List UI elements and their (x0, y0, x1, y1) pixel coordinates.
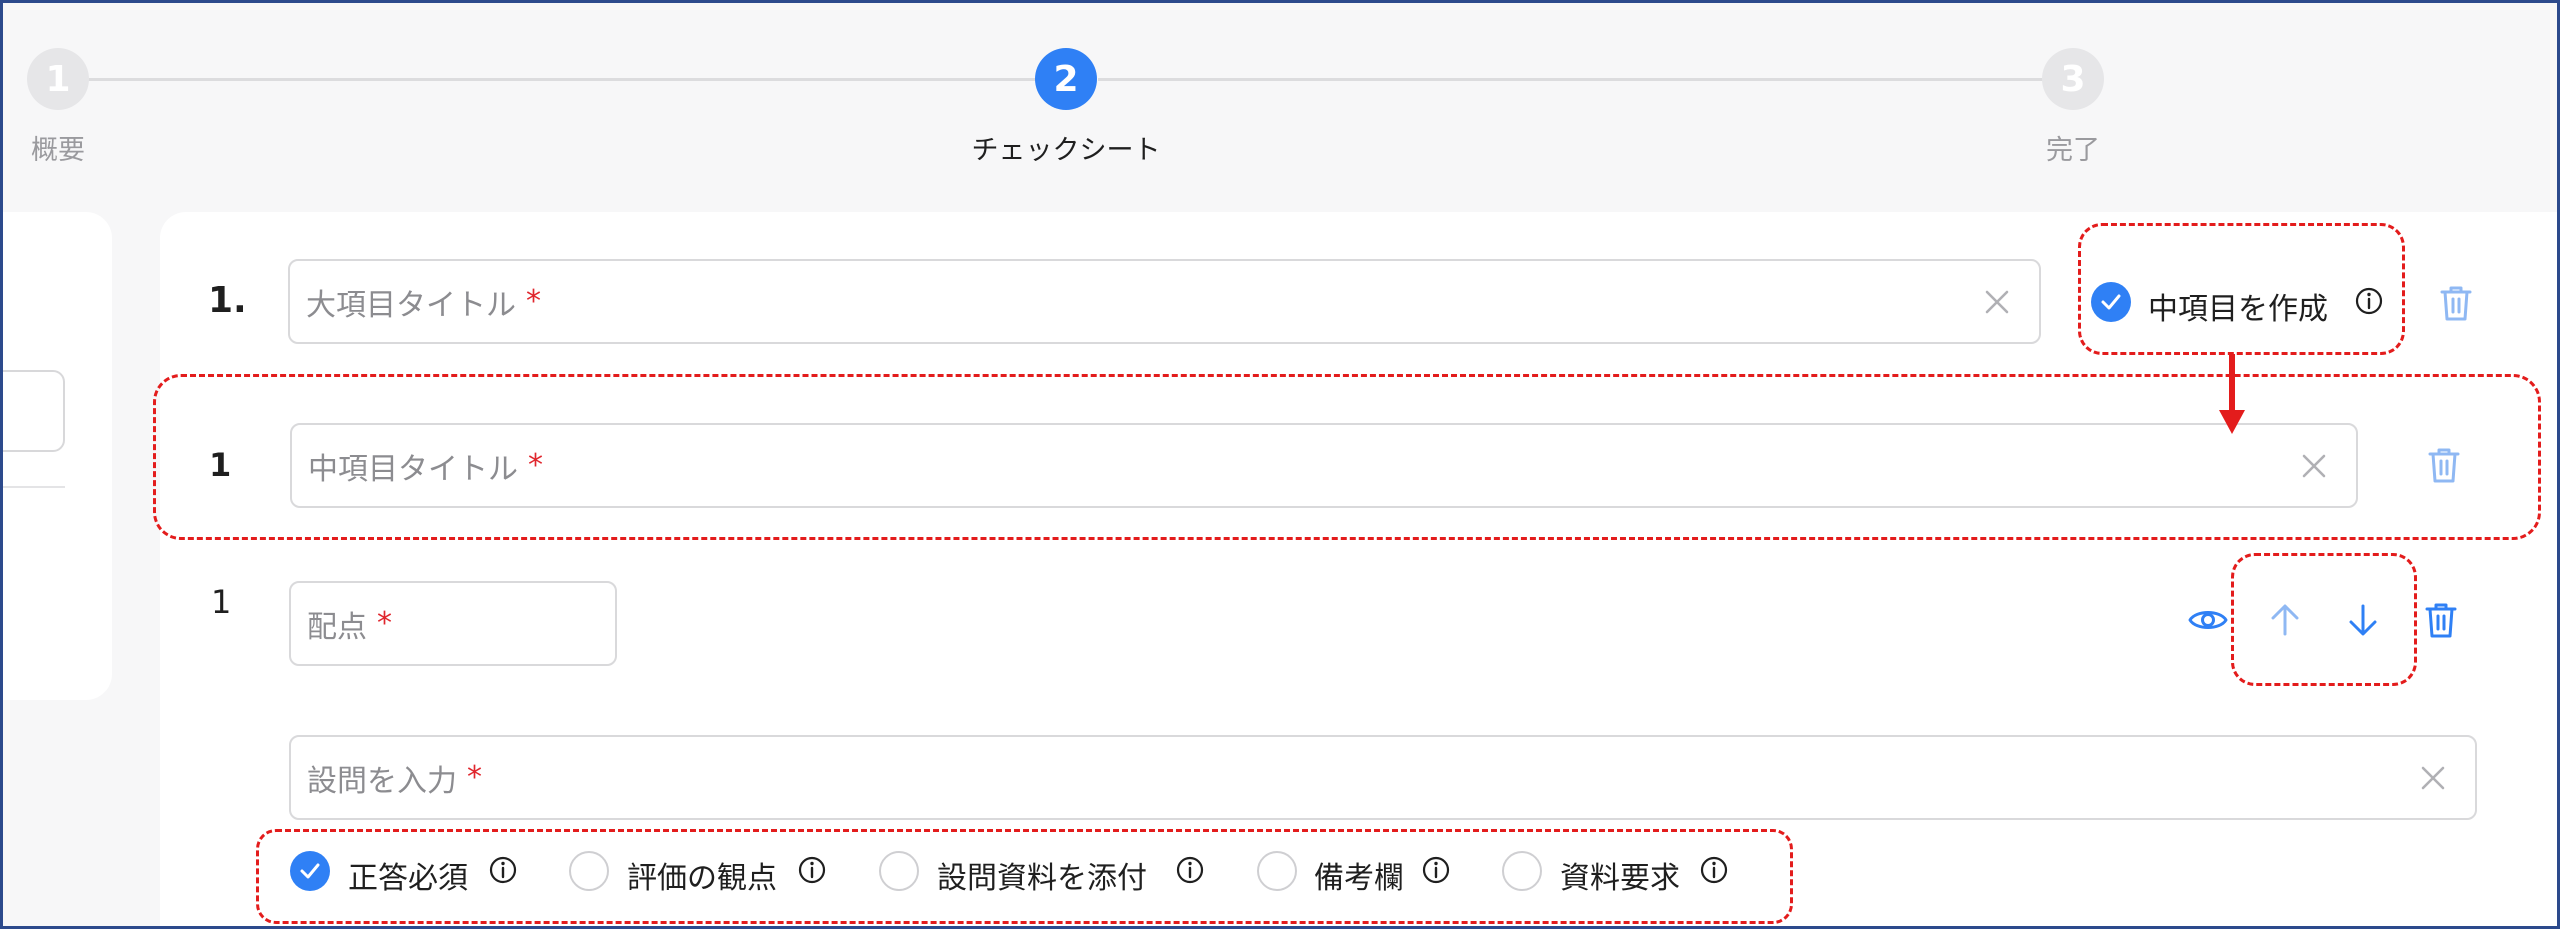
step-2-label: チェックシート (971, 135, 1161, 166)
delete-major-item-button[interactable] (2434, 281, 2478, 325)
annotation-create-sub-item-highlight (2078, 223, 2405, 355)
close-icon[interactable] (2419, 764, 2447, 792)
delete-question-button[interactable] (2419, 598, 2463, 642)
left-panel-input[interactable] (0, 370, 65, 452)
step-2-number: 2 (1053, 58, 1079, 100)
required-mark: * (377, 606, 392, 641)
step-1-number: 1 (45, 58, 71, 100)
major-item-title-placeholder: 大項目タイトル (306, 287, 516, 323)
annotation-options-highlight (256, 829, 1793, 924)
step-3-number: 3 (2060, 58, 2086, 100)
question-text-input[interactable]: 設問を入力 * (289, 735, 2477, 820)
stepper-line-1 (88, 78, 1058, 81)
step-3-label: 完了 (2046, 135, 2100, 166)
step-2-circle[interactable]: 2 (1035, 48, 1097, 110)
left-panel-card (0, 212, 112, 700)
left-panel-divider (0, 486, 65, 488)
points-input[interactable]: 配点 * (289, 581, 617, 666)
trash-icon (2440, 286, 2472, 321)
close-icon[interactable] (1983, 288, 2011, 316)
major-item-number: 1. (208, 280, 247, 321)
required-mark: * (526, 284, 541, 319)
major-item-title-input[interactable]: 大項目タイトル * (288, 259, 2041, 344)
eye-icon (2188, 611, 2228, 629)
annotation-sub-item-row-highlight (153, 374, 2541, 540)
step-1-label: 概要 (31, 135, 85, 166)
stepper-line-2 (1098, 78, 2078, 81)
annotation-move-buttons-highlight (2231, 553, 2417, 686)
points-placeholder: 配点 (307, 609, 367, 645)
trash-icon (2425, 603, 2457, 638)
required-mark: * (467, 760, 482, 795)
step-1-circle[interactable]: 1 (27, 48, 89, 110)
question-text-placeholder: 設問を入力 (307, 763, 457, 799)
step-3-circle[interactable]: 3 (2042, 48, 2104, 110)
question-number: 1 (211, 583, 232, 621)
preview-button[interactable] (2186, 598, 2230, 642)
